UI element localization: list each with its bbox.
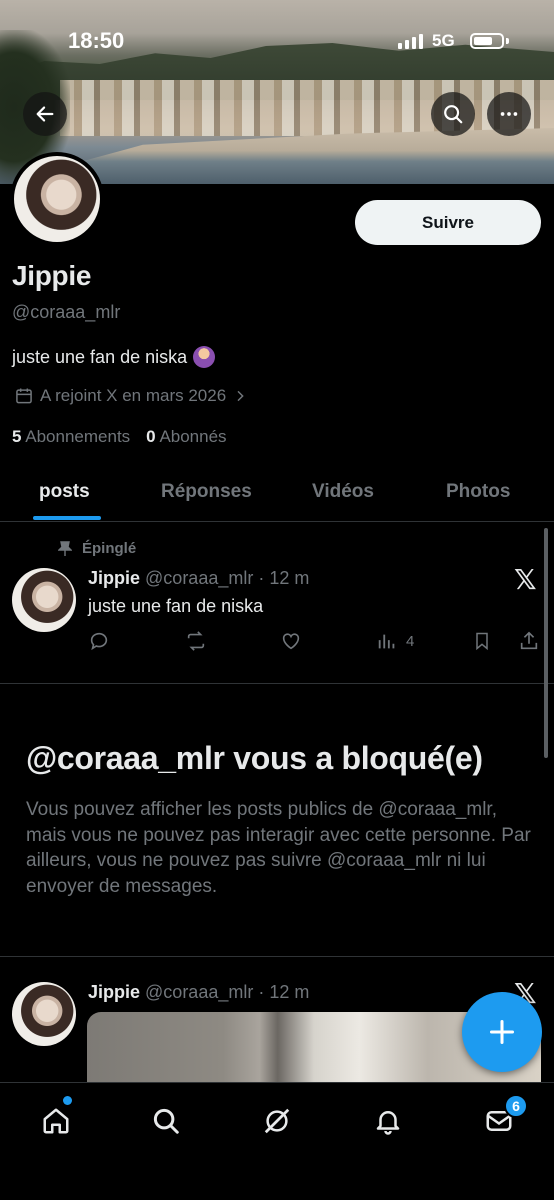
followers-count: 0 [146, 427, 156, 446]
views-count: 4 [406, 632, 415, 650]
tab-posts[interactable]: posts [39, 462, 90, 521]
pin-icon [58, 540, 72, 556]
post-header: Jippie @coraaa_mlr · 12 m [88, 982, 309, 1003]
scrollbar[interactable] [544, 528, 548, 758]
calendar-icon [16, 388, 32, 404]
following-link[interactable]: 5 Abonnements [12, 427, 130, 447]
grok-icon [264, 1108, 290, 1134]
post-author[interactable]: Jippie [88, 568, 140, 588]
following-count: 5 [12, 427, 22, 446]
profile-name: Jippie [12, 260, 92, 291]
compose-icon [489, 1019, 515, 1045]
status-bar: 18:50 5G [0, 0, 554, 80]
more-icon [500, 112, 518, 116]
shrug-emoji-icon [193, 346, 216, 368]
network-label: 5G [432, 31, 455, 50]
joined-label: A rejoint X en mars 2026 [40, 386, 227, 405]
pinned-text: Épinglé [82, 540, 137, 557]
share-button[interactable] [518, 630, 540, 652]
tab-videos[interactable]: Vidéos [312, 462, 374, 521]
blocked-divider [0, 956, 554, 957]
post-author[interactable]: Jippie [88, 982, 140, 1002]
reply-button[interactable] [88, 630, 110, 652]
bio-text: juste une fan de niska [12, 346, 188, 367]
search-button[interactable] [431, 92, 475, 136]
x-logo-icon: 𝕏 [514, 563, 537, 596]
home-unread-dot [63, 1096, 72, 1105]
nav-notifications[interactable] [366, 1099, 410, 1143]
profile-bio: juste une fan de niska [12, 346, 216, 368]
post-avatar[interactable] [12, 982, 76, 1046]
views-icon [378, 634, 395, 649]
bookmark-button[interactable] [472, 630, 492, 652]
tab-replies[interactable]: Réponses [161, 462, 252, 521]
followers-link[interactable]: 0 Abonnés [146, 427, 226, 447]
following-label: Abonnements [25, 427, 131, 446]
followers-label: Abonnés [159, 427, 227, 446]
post-header: Jippie @coraaa_mlr · 12 m [88, 568, 309, 589]
search-icon [444, 105, 463, 124]
banner-beach [40, 128, 554, 184]
nav-home[interactable] [34, 1099, 78, 1143]
active-tab-indicator [33, 516, 101, 520]
pinned-label: Épinglé [58, 540, 136, 557]
post-handle-time: @coraaa_mlr · 12 m [145, 568, 310, 588]
messages-badge: 6 [504, 1094, 528, 1118]
post-handle-time: @coraaa_mlr · 12 m [145, 982, 310, 1002]
reply-icon [90, 632, 108, 651]
search-icon [153, 1108, 179, 1134]
blocked-description: Vous pouvez afficher les posts publics d… [26, 799, 531, 897]
nav-grok[interactable] [255, 1099, 299, 1143]
post-divider [0, 683, 554, 684]
post-actions: 4 [88, 630, 548, 658]
profile-tabs: posts Réponses Vidéos Photos [0, 462, 554, 522]
battery-icon [470, 33, 504, 49]
home-icon [43, 1108, 69, 1134]
views-button[interactable]: 4 [376, 630, 414, 652]
follow-stats: 5 Abonnements 0 Abonnés [12, 427, 227, 447]
post-text: juste une fan de niska [88, 596, 264, 616]
blocked-title: @coraaa_mlr vous a bloqué(e) [26, 740, 483, 776]
post-avatar[interactable] [12, 568, 76, 632]
back-button[interactable] [23, 92, 67, 136]
status-time: 18:50 [68, 28, 125, 53]
repost-button[interactable] [184, 630, 208, 652]
more-button[interactable] [487, 92, 531, 136]
battery-tip [506, 38, 509, 44]
notifications-icon [376, 1111, 400, 1135]
banner-town [60, 80, 554, 136]
back-arrow-icon [36, 106, 54, 122]
tab-photos[interactable]: Photos [446, 462, 510, 521]
bottom-navigation [0, 1082, 554, 1200]
like-button[interactable] [280, 630, 302, 652]
follow-button[interactable]: Suivre [355, 200, 541, 245]
compose-button[interactable] [462, 992, 542, 1072]
bookmark-icon [476, 632, 488, 651]
profile-handle: @coraaa_mlr [12, 302, 121, 322]
share-icon [520, 631, 538, 650]
repost-icon [187, 631, 205, 651]
joined-date[interactable]: A rejoint X en mars 2026 [14, 386, 248, 406]
signal-icon [398, 34, 423, 49]
profile-avatar[interactable] [10, 152, 104, 246]
chevron-right-icon [237, 390, 244, 402]
nav-search[interactable] [144, 1099, 188, 1143]
like-icon [282, 633, 300, 650]
